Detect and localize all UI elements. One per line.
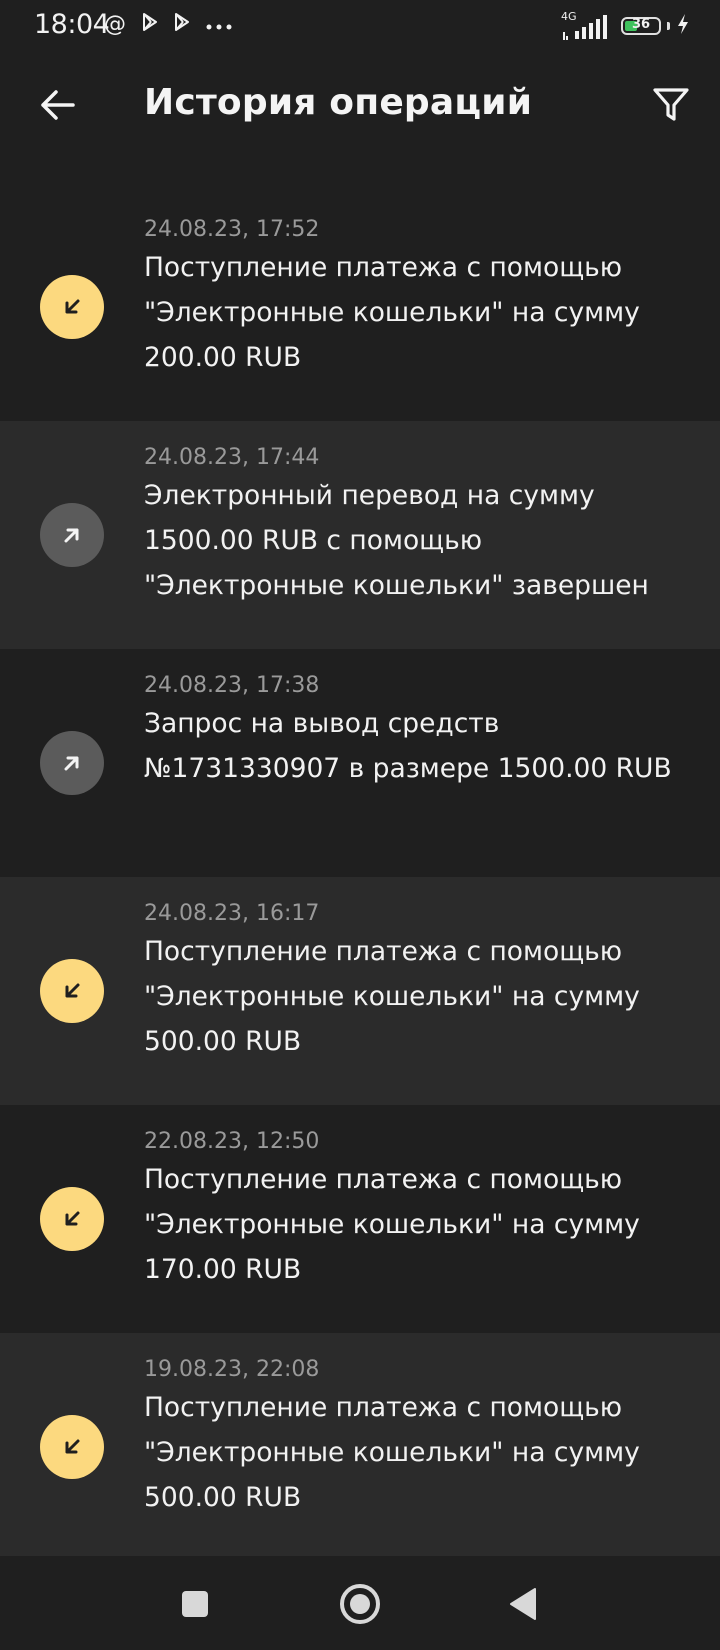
- operation-date: 22.08.23, 12:50: [144, 1129, 320, 1154]
- page-title: История операций: [144, 82, 533, 123]
- system-nav-bar: [0, 1556, 720, 1650]
- battery-tip: [667, 22, 670, 30]
- operation-date: 19.08.23, 22:08: [144, 1357, 320, 1382]
- operation-date: 24.08.23, 16:17: [144, 901, 320, 926]
- operation-description: Поступление платежа с помощью "Электронн…: [144, 1392, 640, 1513]
- operation-item[interactable]: 24.08.23, 17:38 Запрос на вывод средств №…: [0, 649, 720, 877]
- system-indicators: 4G 36: [561, 10, 690, 40]
- operation-date: 24.08.23, 17:44: [144, 445, 320, 470]
- recents-button[interactable]: [167, 1576, 223, 1632]
- notification-icons: @: [104, 12, 232, 38]
- filter-button[interactable]: [644, 78, 698, 132]
- outgoing-payment-icon: [40, 503, 104, 567]
- arrow-down-left-icon: [65, 299, 80, 314]
- battery-icon: 36: [621, 17, 661, 35]
- filter-icon: [653, 88, 689, 121]
- status-bar: 18:04 @ 4G 36: [0, 0, 720, 52]
- operations-list: 24.08.23, 17:52 Поступление платежа с пом…: [0, 193, 720, 1561]
- operation-item[interactable]: 24.08.23, 17:52 Поступление платежа с пом…: [0, 193, 720, 421]
- operation-item[interactable]: 24.08.23, 17:44 Электронный перевод на су…: [0, 421, 720, 649]
- at-sign-icon: @: [104, 12, 126, 37]
- charging-icon: [676, 13, 690, 39]
- operation-description: Запрос на вывод средств №1731330907 в ра…: [144, 708, 672, 784]
- operation-item[interactable]: 19.08.23, 22:08 Поступление платежа с пом…: [0, 1333, 720, 1561]
- battery-level: 36: [631, 17, 651, 32]
- more-dots-icon: [206, 12, 232, 38]
- square-icon: [182, 1591, 208, 1617]
- operation-item[interactable]: 24.08.23, 16:17 Поступление платежа с пом…: [0, 877, 720, 1105]
- arrow-up-right-icon: [64, 756, 79, 771]
- arrow-down-left-icon: [65, 1211, 80, 1226]
- app-bar: История операций: [0, 52, 720, 162]
- incoming-payment-icon: [40, 959, 104, 1023]
- outgoing-payment-icon: [40, 731, 104, 795]
- arrow-down-left-icon: [65, 1439, 80, 1454]
- operation-description: Электронный перевод на сумму 1500.00 RUB…: [144, 480, 649, 601]
- status-time: 18:04: [34, 9, 110, 40]
- operation-description: Поступление платежа с помощью "Электронн…: [144, 936, 640, 1057]
- play-store-icon: [174, 12, 190, 38]
- incoming-payment-icon: [40, 1415, 104, 1479]
- operation-item[interactable]: 22.08.23, 12:50 Поступление платежа с пом…: [0, 1105, 720, 1333]
- play-store-icon: [142, 12, 158, 38]
- nav-back-button[interactable]: [495, 1576, 551, 1632]
- signal-icon: [563, 15, 607, 40]
- back-button[interactable]: [30, 78, 84, 132]
- signal-indicator: 4G: [561, 10, 615, 40]
- operation-description: Поступление платежа с помощью "Электронн…: [144, 1164, 640, 1285]
- arrow-up-right-icon: [64, 528, 79, 543]
- arrow-down-left-icon: [65, 983, 80, 998]
- operation-date: 24.08.23, 17:38: [144, 673, 320, 698]
- triangle-back-icon: [510, 1588, 536, 1620]
- operation-description: Поступление платежа с помощью "Электронн…: [144, 252, 640, 373]
- incoming-payment-icon: [40, 275, 104, 339]
- incoming-payment-icon: [40, 1187, 104, 1251]
- arrow-left-icon: [41, 90, 75, 120]
- operation-date: 24.08.23, 17:52: [144, 217, 320, 242]
- home-button[interactable]: [332, 1576, 388, 1632]
- circle-icon: [340, 1584, 380, 1624]
